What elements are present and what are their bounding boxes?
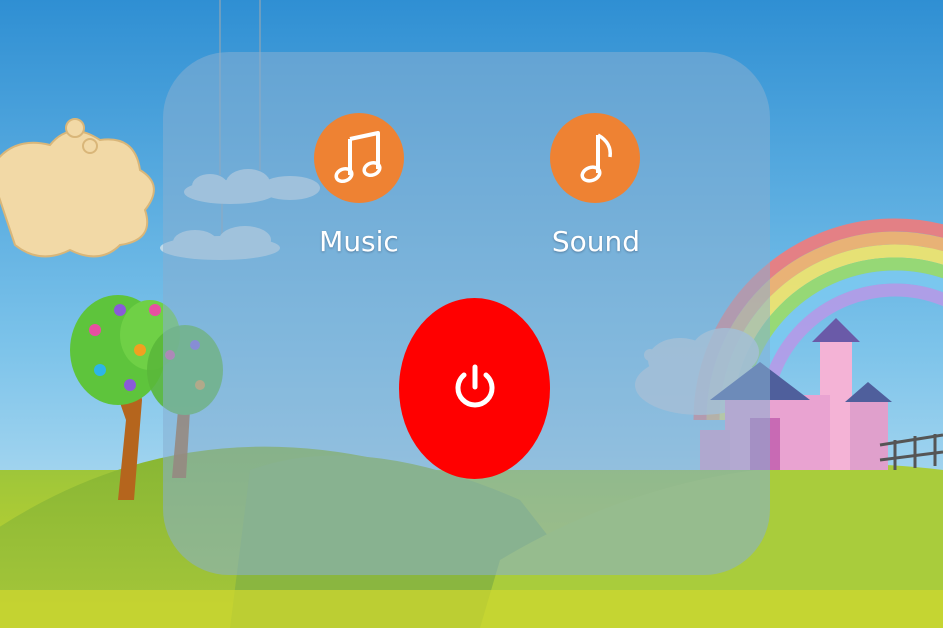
beamed-notes-icon [328, 127, 390, 189]
sound-toggle-button[interactable] [550, 113, 640, 203]
music-label: Music [319, 225, 399, 258]
power-button[interactable] [399, 298, 550, 479]
music-toggle-button[interactable] [314, 113, 404, 203]
sound-label: Sound [551, 225, 641, 258]
single-note-icon [564, 127, 626, 189]
power-icon [445, 357, 505, 421]
